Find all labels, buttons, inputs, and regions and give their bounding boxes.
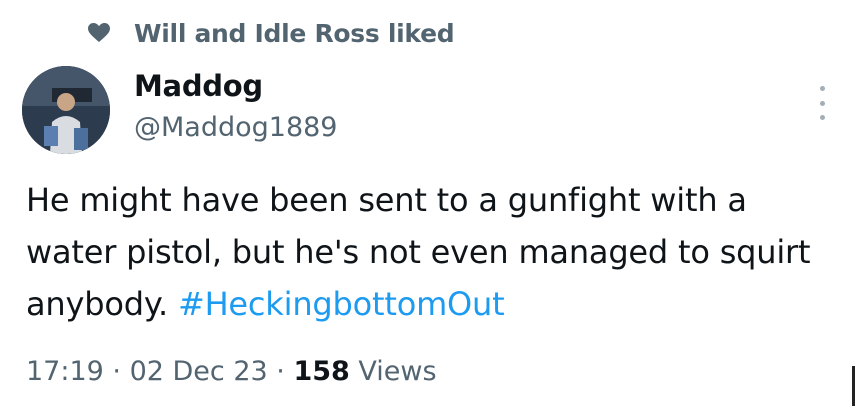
social-context-text[interactable]: Will and Idle Ross liked	[134, 19, 455, 48]
author-display-name[interactable]: Maddog	[134, 66, 338, 106]
meta-separator: ·	[103, 356, 130, 387]
views-count: 158	[293, 356, 350, 387]
views-label: Views	[349, 356, 437, 387]
hashtag-link[interactable]: #HeckingbottomOut	[178, 285, 505, 323]
author-block: Maddog @Maddog1889	[134, 66, 338, 148]
more-vertical-icon-dot	[819, 115, 825, 120]
more-options-button[interactable]	[812, 86, 832, 120]
more-vertical-icon	[819, 86, 825, 91]
author-handle[interactable]: @Maddog1889	[134, 108, 338, 148]
tweet-text: He might have been sent to a gunfight wi…	[26, 174, 826, 330]
heart-icon	[88, 23, 110, 43]
tweet-date[interactable]: 02 Dec 23	[130, 356, 268, 387]
tweet-meta: 17:19 · 02 Dec 23 · 158 Views	[26, 352, 437, 392]
scrollbar-edge	[852, 366, 855, 406]
social-context: Will and Idle Ross liked	[88, 14, 455, 52]
tweet-time[interactable]: 17:19	[26, 356, 104, 387]
more-vertical-icon-dot	[819, 100, 825, 106]
meta-separator: ·	[267, 356, 294, 387]
avatar[interactable]	[22, 66, 110, 154]
